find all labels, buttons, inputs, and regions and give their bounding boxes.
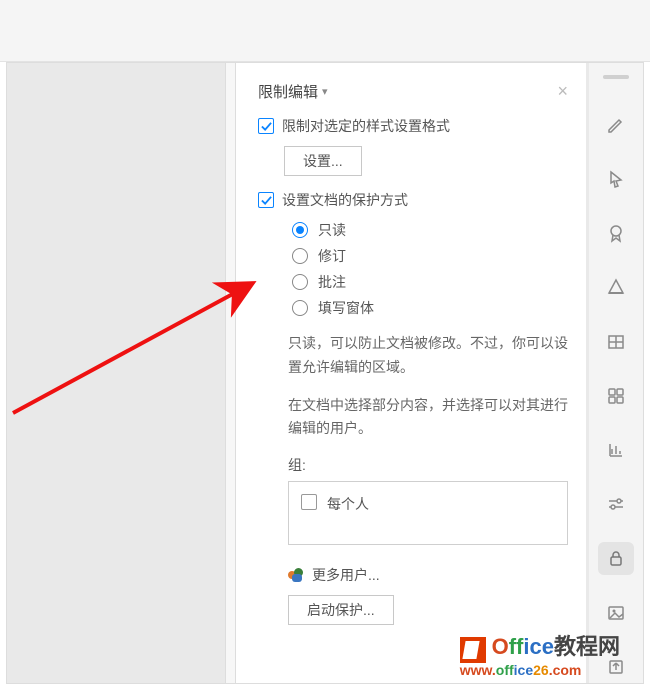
radio-form-label: 填写窗体 bbox=[318, 298, 374, 318]
readonly-description: 只读，可以防止文档被修改。不过，你可以设置允许编辑的区域。 bbox=[288, 332, 568, 380]
panel-title[interactable]: 限制编辑 ▾ bbox=[258, 81, 328, 102]
shape-triangle-icon[interactable] bbox=[598, 271, 634, 303]
settings-button[interactable]: 设置... bbox=[284, 146, 362, 176]
top-ribbon-area bbox=[0, 0, 650, 62]
more-users-link[interactable]: 更多用户... bbox=[288, 565, 568, 585]
chevron-down-icon: ▾ bbox=[322, 85, 328, 98]
table-icon[interactable] bbox=[598, 325, 634, 357]
group-label: 组: bbox=[288, 455, 568, 475]
workspace: 限制编辑 ▾ × 限制对选定的样式设置格式 设置... 设置文档的保护方式 只读 bbox=[6, 62, 644, 684]
group-listbox[interactable]: 每个人 bbox=[288, 481, 568, 545]
radio-readonly-label: 只读 bbox=[318, 220, 346, 240]
cursor-icon[interactable] bbox=[598, 163, 634, 195]
image-icon[interactable] bbox=[598, 597, 634, 629]
document-canvas[interactable] bbox=[7, 63, 223, 683]
radio-revision[interactable] bbox=[292, 248, 308, 264]
everyone-checkbox[interactable] bbox=[301, 494, 317, 510]
radio-comment[interactable] bbox=[292, 274, 308, 290]
pencil-icon[interactable] bbox=[598, 109, 634, 141]
restrict-editing-panel: 限制编辑 ▾ × 限制对选定的样式设置格式 设置... 设置文档的保护方式 只读 bbox=[236, 63, 586, 683]
radio-form[interactable] bbox=[292, 300, 308, 316]
more-users-label: 更多用户... bbox=[312, 565, 380, 585]
watermark: Office教程网 www.office26.com bbox=[460, 635, 620, 678]
limit-format-checkbox[interactable] bbox=[258, 118, 274, 134]
apps-icon[interactable] bbox=[598, 380, 634, 412]
watermark-line1: Office教程网 bbox=[492, 634, 620, 659]
limit-format-label: 限制对选定的样式设置格式 bbox=[282, 116, 450, 136]
start-protection-button[interactable]: 启动保护... bbox=[288, 595, 394, 625]
lock-icon[interactable] bbox=[598, 542, 634, 574]
chart-icon[interactable] bbox=[598, 434, 634, 466]
panel-title-text: 限制编辑 bbox=[258, 81, 318, 102]
protect-mode-label: 设置文档的保护方式 bbox=[282, 190, 408, 210]
close-icon[interactable]: × bbox=[557, 81, 568, 102]
radio-comment-label: 批注 bbox=[318, 272, 346, 292]
watermark-logo-icon bbox=[460, 637, 486, 663]
rail-handle-icon[interactable] bbox=[603, 75, 629, 79]
sliders-icon[interactable] bbox=[598, 488, 634, 520]
select-users-description: 在文档中选择部分内容，并选择可以对其进行编辑的用户。 bbox=[288, 394, 568, 442]
everyone-label: 每个人 bbox=[327, 494, 369, 514]
radio-readonly[interactable] bbox=[292, 222, 308, 238]
radio-revision-label: 修订 bbox=[318, 246, 346, 266]
ribbon-icon[interactable] bbox=[598, 217, 634, 249]
side-rail bbox=[589, 63, 643, 683]
vertical-ruler bbox=[225, 63, 236, 683]
people-icon bbox=[288, 568, 306, 582]
watermark-line2: www.office26.com bbox=[460, 662, 582, 678]
protect-mode-checkbox[interactable] bbox=[258, 192, 274, 208]
